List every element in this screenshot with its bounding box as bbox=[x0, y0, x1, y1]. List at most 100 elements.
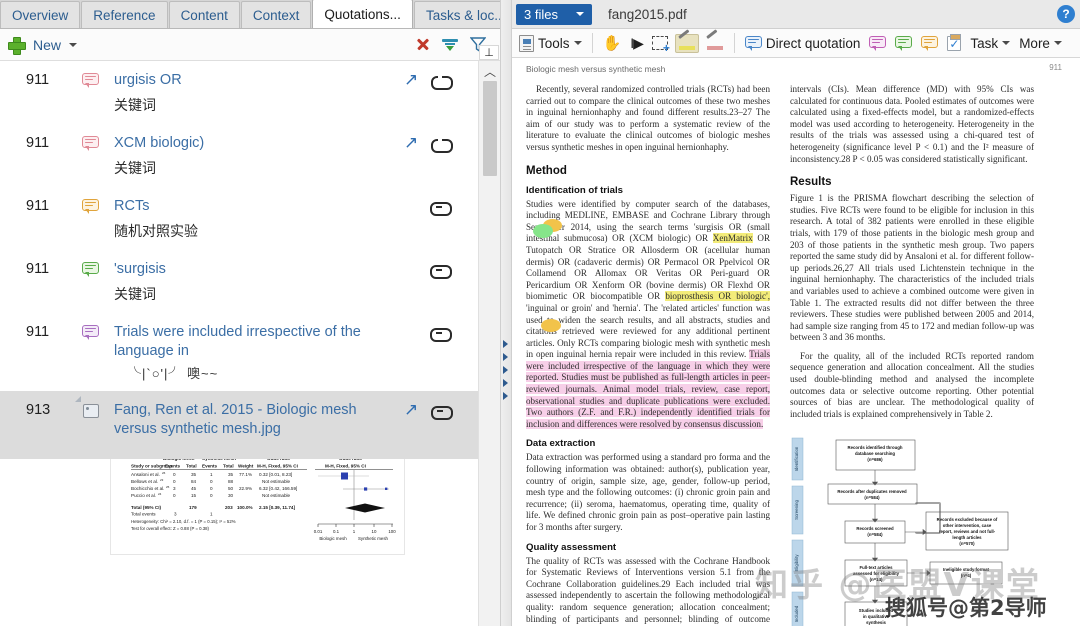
svg-text:Ineligible study format: Ineligible study format bbox=[943, 567, 989, 572]
list-item[interactable]: 911 'surgisis 关键词 bbox=[0, 250, 478, 313]
quotation-title[interactable]: Trials were included irrespective of the… bbox=[114, 323, 364, 361]
list-item[interactable]: 911 urgisis OR 关键词 bbox=[0, 61, 478, 124]
link-icon[interactable] bbox=[431, 404, 453, 420]
direct-quotation-button[interactable]: Direct quotation bbox=[743, 35, 863, 52]
hand-pan-icon: ✋ bbox=[602, 34, 622, 52]
margin-marker-yellow[interactable] bbox=[541, 319, 561, 332]
quotation-title[interactable]: 'surgisis bbox=[114, 260, 396, 279]
files-dropdown-button[interactable]: 3 files bbox=[516, 3, 592, 25]
svg-text:Bochicchio et al.: Bochicchio et al. bbox=[131, 486, 164, 491]
pdf-text-c: 'inguinal or groin' and 'hernia'. The 'r… bbox=[526, 302, 770, 360]
quotation-comment: ╰|`○'|╯ 噢~~ bbox=[128, 366, 219, 381]
tab-reference[interactable]: Reference bbox=[81, 1, 168, 28]
quote-magenta-button[interactable] bbox=[867, 35, 888, 52]
more-menu-button[interactable]: More bbox=[1017, 35, 1064, 52]
list-item[interactable]: 913 Fang, Ren et al. 2015 - Biologic mes… bbox=[0, 391, 478, 459]
svg-text:1: 1 bbox=[210, 472, 213, 477]
task-menu-button[interactable]: Task bbox=[968, 35, 1012, 52]
row-number: 911 bbox=[26, 198, 50, 214]
svg-text:179: 179 bbox=[189, 505, 197, 510]
area-select-icon bbox=[651, 36, 670, 55]
pdf-heading-results: Results bbox=[790, 176, 832, 189]
attachment-title[interactable]: Fang, Ren et al. 2015 - Biologic mesh ve… bbox=[114, 401, 379, 439]
link-icon[interactable] bbox=[430, 263, 452, 279]
pdf-paragraph: intervals (CIs). Mean difference (MD) wi… bbox=[790, 84, 1034, 164]
link-icon[interactable] bbox=[431, 74, 453, 90]
quote-green-button[interactable] bbox=[893, 35, 914, 52]
svg-text:Records identified through: Records identified through bbox=[848, 445, 903, 450]
hand-pan-tool[interactable]: ✋ bbox=[601, 35, 624, 52]
list-item[interactable]: 911 Trials were included irrespective of… bbox=[0, 313, 478, 391]
chevron-down-icon bbox=[1053, 41, 1062, 45]
left-tabstrip: Overview Reference Content Context Quota… bbox=[0, 0, 518, 29]
quotations-toolbar: New bbox=[0, 29, 500, 61]
svg-text:84: 84 bbox=[191, 479, 197, 484]
comment-bubble-orange-icon bbox=[921, 35, 939, 51]
pdf-page-number: 911 bbox=[1049, 63, 1062, 72]
svg-text:1: 1 bbox=[353, 529, 356, 534]
tab-content[interactable]: Content bbox=[168, 1, 240, 28]
quotation-comment: 关键词 bbox=[114, 160, 156, 176]
svg-text:1: 1 bbox=[210, 512, 213, 517]
highlight-red-tool[interactable] bbox=[704, 28, 726, 52]
link-icon[interactable] bbox=[430, 326, 452, 342]
delete-icon[interactable] bbox=[415, 37, 430, 52]
svg-text:Synthetic mesh: Synthetic mesh bbox=[358, 536, 389, 541]
open-arrow-icon[interactable] bbox=[404, 133, 419, 153]
open-arrow-icon[interactable] bbox=[404, 400, 419, 420]
pdf-page-view[interactable]: 911 Biologic mesh versus synthetic mesh … bbox=[512, 58, 1080, 626]
tab-overview[interactable]: Overview bbox=[0, 1, 81, 28]
pdf-subheading-data-extraction: Data extraction bbox=[526, 438, 596, 450]
svg-text:Studies included: Studies included bbox=[859, 608, 894, 613]
highlight-yellow-tool[interactable] bbox=[674, 28, 699, 53]
pdf-filename: fang2015.pdf bbox=[607, 6, 687, 22]
svg-text:Full-text articles: Full-text articles bbox=[860, 565, 894, 570]
pane-splitter[interactable] bbox=[500, 0, 512, 626]
quotation-title[interactable]: XCM biologic) bbox=[114, 134, 396, 153]
svg-text:88: 88 bbox=[228, 479, 234, 484]
task-label: Task bbox=[970, 35, 999, 51]
divider bbox=[591, 33, 593, 53]
list-item[interactable]: 911 XCM biologic) 关键词 bbox=[0, 124, 478, 187]
highlight-trials-included[interactable]: Trials were included irrespective of the… bbox=[526, 349, 770, 429]
splitter-grip[interactable] bbox=[503, 340, 511, 400]
text-select-icon: I▶ bbox=[630, 34, 644, 51]
sort-icon[interactable] bbox=[442, 38, 458, 52]
open-arrow-icon[interactable] bbox=[404, 70, 419, 90]
tab-context[interactable]: Context bbox=[240, 1, 312, 28]
link-icon[interactable] bbox=[431, 137, 453, 153]
svg-text:Total: Total bbox=[223, 464, 234, 469]
plus-icon bbox=[8, 36, 26, 55]
svg-text:0: 0 bbox=[173, 493, 176, 498]
new-quotation-button[interactable]: New bbox=[6, 36, 79, 55]
svg-text:100: 100 bbox=[388, 529, 396, 534]
quotations-scrollbar[interactable]: ⊥ ︿ bbox=[478, 45, 500, 626]
scrollbar-thumb[interactable] bbox=[483, 81, 497, 176]
tools-button[interactable]: Tools bbox=[517, 34, 584, 53]
quotation-title[interactable]: urgisis OR bbox=[114, 71, 396, 90]
task-checkbox-button[interactable] bbox=[945, 33, 963, 52]
link-icon[interactable] bbox=[430, 200, 452, 216]
forest-plot-thumbnail[interactable]: Biologic mesh Synthetic mesh Odds ratio … bbox=[110, 447, 405, 555]
scroll-up-button[interactable]: ︿ bbox=[482, 63, 498, 79]
highlight-bioprosthesis[interactable]: bioprosthesis OR biologic', bbox=[665, 291, 770, 302]
row-number: 911 bbox=[26, 72, 50, 88]
svg-text:0.32 [0.01, 8.23]: 0.32 [0.01, 8.23] bbox=[259, 472, 292, 477]
svg-text:Weight: Weight bbox=[238, 464, 254, 469]
tab-context-label: Context bbox=[252, 7, 300, 23]
quote-orange-button[interactable] bbox=[919, 35, 940, 52]
row-number: 911 bbox=[26, 261, 50, 277]
tab-quotations[interactable]: Quotations... bbox=[312, 0, 413, 28]
list-item[interactable]: 911 RCTs 随机对照实验 bbox=[0, 187, 478, 250]
quotation-title[interactable]: RCTs bbox=[114, 197, 396, 216]
help-icon[interactable]: ? bbox=[1057, 5, 1075, 23]
svg-text:0: 0 bbox=[210, 479, 213, 484]
text-select-tool[interactable]: I▶ bbox=[628, 34, 645, 53]
chevron-down-icon[interactable] bbox=[69, 42, 78, 47]
pdf-toolbar: Tools ✋ I▶ Direct quotation bbox=[512, 28, 1080, 58]
area-select-tool[interactable] bbox=[650, 35, 670, 55]
highlight-xenmatrix[interactable]: XenMatrix bbox=[712, 233, 753, 244]
new-button-label: New bbox=[33, 36, 62, 53]
margin-marker-green[interactable] bbox=[533, 224, 553, 238]
pin-panel-button[interactable]: ⊥ bbox=[479, 45, 499, 60]
